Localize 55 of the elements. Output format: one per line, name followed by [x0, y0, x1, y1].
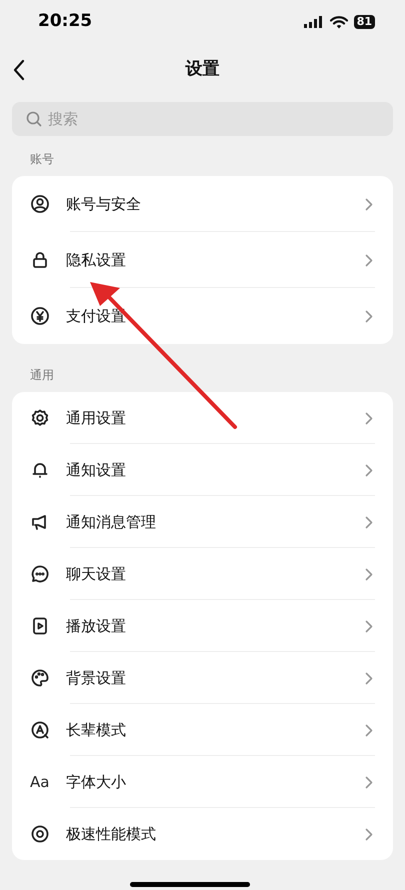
search-icon: [26, 111, 42, 127]
play-square-icon: [30, 616, 50, 636]
letter-circle-icon: [30, 720, 50, 740]
settings-row[interactable]: 极速性能模式: [12, 808, 393, 860]
bell-icon: [30, 460, 50, 480]
chevron-right-icon: [365, 464, 373, 476]
palette-icon: [30, 668, 50, 688]
person-circle-icon: [30, 194, 50, 214]
chevron-right-icon: [365, 568, 373, 580]
status-time: 20:25: [38, 10, 92, 34]
chevron-right-icon: [365, 310, 373, 322]
row-label: 账号与安全: [66, 194, 142, 215]
row-label: 极速性能模式: [66, 824, 157, 845]
battery-level: 81: [354, 15, 375, 29]
font-size-icon: Aa: [30, 770, 50, 794]
row-label: 通用设置: [66, 408, 127, 429]
settings-icon: [30, 408, 50, 428]
settings-row[interactable]: 播放设置: [12, 600, 393, 652]
settings-row[interactable]: 通知消息管理: [12, 496, 393, 548]
row-label: 字体大小: [66, 772, 127, 793]
row-label: 通知消息管理: [66, 512, 157, 533]
chevron-right-icon: [365, 254, 373, 266]
row-label: 背景设置: [66, 668, 127, 689]
chevron-right-icon: [365, 776, 373, 788]
chevron-right-icon: [365, 828, 373, 840]
back-icon[interactable]: [12, 59, 26, 81]
chevron-right-icon: [365, 620, 373, 632]
chevron-right-icon: [365, 672, 373, 684]
section-title: 通用: [29, 367, 55, 384]
wifi-icon: [330, 16, 348, 28]
search-placeholder: 搜索: [48, 108, 78, 130]
row-label: 通知设置: [66, 460, 127, 481]
chevron-right-icon: [365, 724, 373, 736]
settings-row[interactable]: 长辈模式: [12, 704, 393, 756]
settings-row[interactable]: 隐私设置: [12, 232, 393, 288]
row-label: 隐私设置: [66, 250, 127, 271]
row-label: 长辈模式: [66, 720, 127, 741]
settings-row[interactable]: Aa 字体大小: [12, 756, 393, 808]
chat-bubble-icon: [30, 564, 50, 584]
chevron-right-icon: [365, 198, 373, 210]
target-icon: [30, 824, 50, 844]
settings-row[interactable]: 账号与安全: [12, 176, 393, 232]
signal-icon: [304, 16, 324, 28]
settings-row[interactable]: 通知设置: [12, 444, 393, 496]
section-title: 账号: [29, 151, 55, 168]
chevron-right-icon: [365, 412, 373, 424]
page-title: 设置: [186, 58, 220, 82]
row-label: 聊天设置: [66, 564, 127, 585]
yen-circle-icon: [30, 306, 50, 326]
settings-row[interactable]: 聊天设置: [12, 548, 393, 600]
lock-icon: [30, 250, 50, 270]
row-label: 播放设置: [66, 616, 127, 637]
settings-row[interactable]: 通用设置: [12, 392, 393, 444]
chevron-right-icon: [365, 516, 373, 528]
settings-row[interactable]: 背景设置: [12, 652, 393, 704]
